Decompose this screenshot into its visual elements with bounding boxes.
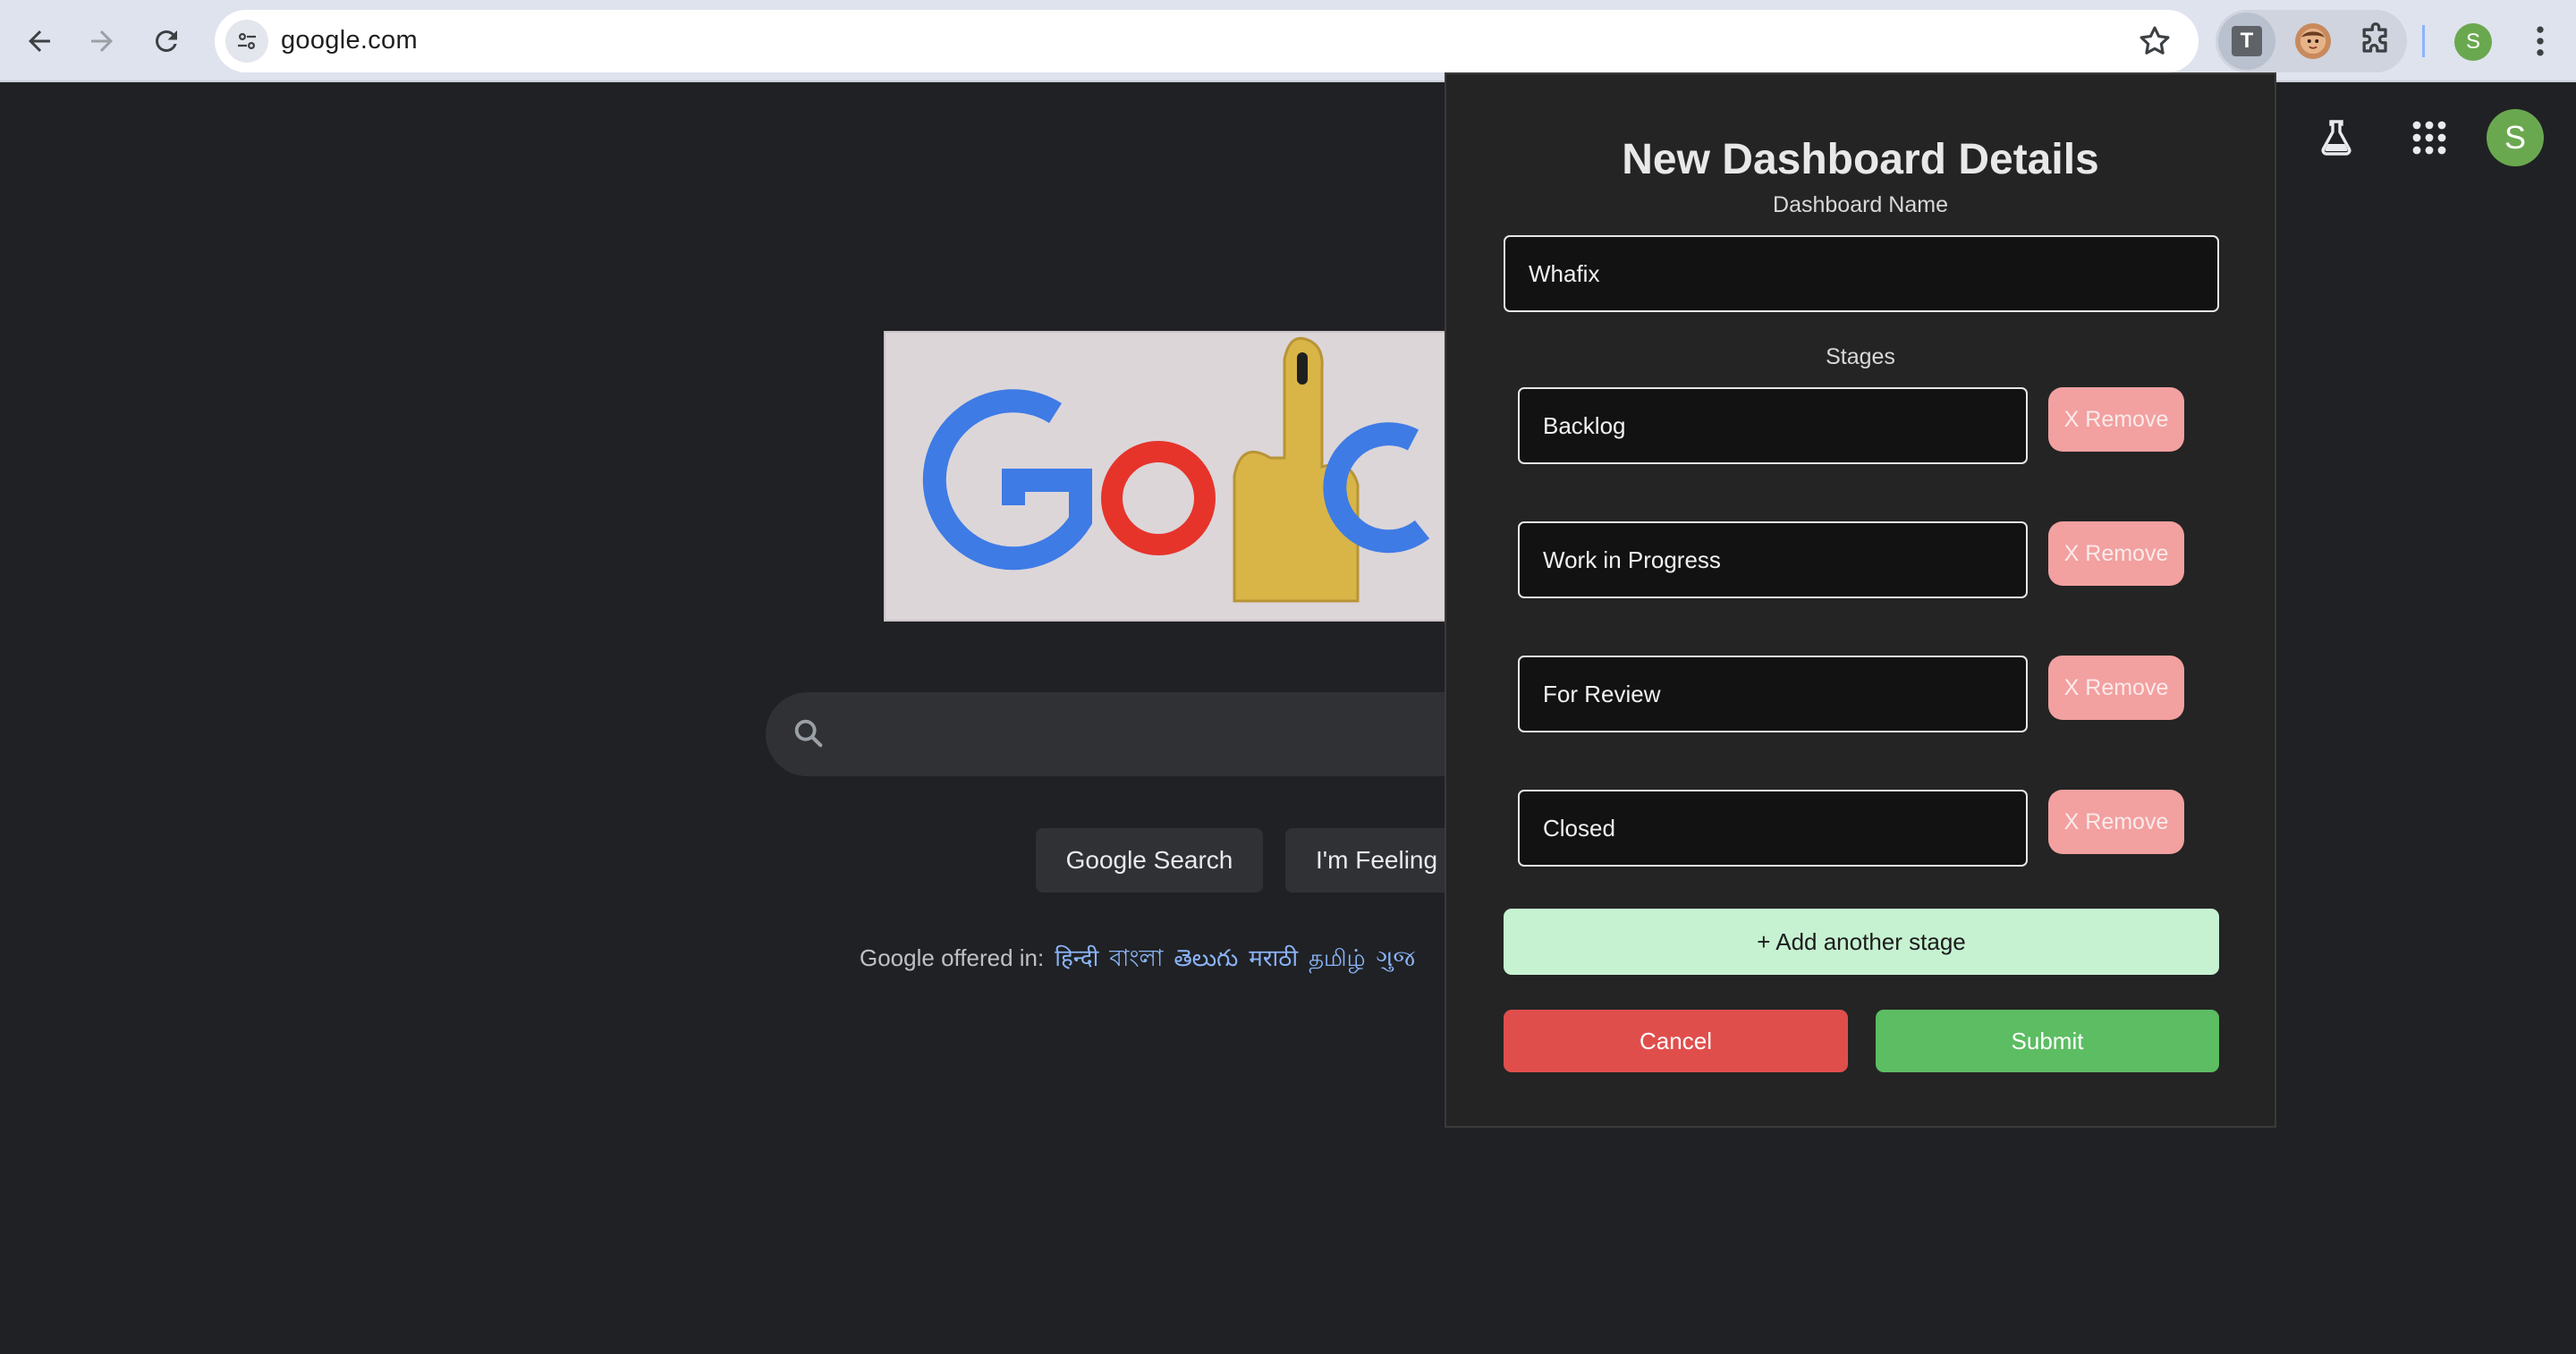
submit-button[interactable]: Submit bbox=[1876, 1010, 2219, 1072]
extension-t-icon: T bbox=[2232, 26, 2262, 56]
address-bar[interactable]: google.com bbox=[215, 10, 2199, 72]
remove-stage-button[interactable]: X Remove bbox=[2048, 656, 2184, 720]
site-info-button[interactable] bbox=[225, 20, 268, 63]
doodle-image bbox=[886, 333, 1454, 620]
extension-t-button[interactable]: T bbox=[2218, 13, 2275, 70]
stage-input-backlog[interactable]: Backlog bbox=[1518, 387, 2028, 464]
face-icon bbox=[2300, 28, 2326, 55]
arrow-right-icon bbox=[91, 30, 113, 52]
popup-title: New Dashboard Details bbox=[1622, 136, 2099, 183]
grid-icon[interactable] bbox=[2408, 116, 2451, 159]
remove-stage-button[interactable]: X Remove bbox=[2048, 790, 2184, 854]
stage-input-work-in-progress[interactable]: Work in Progress bbox=[1518, 521, 2028, 598]
search-icon bbox=[794, 719, 823, 748]
remove-stage-button[interactable]: X Remove bbox=[2048, 521, 2184, 586]
star-icon[interactable] bbox=[2136, 22, 2174, 60]
extension-face-icon[interactable] bbox=[2295, 23, 2331, 59]
stage-input-for-review[interactable]: For Review bbox=[1518, 656, 2028, 732]
forward-button[interactable] bbox=[77, 16, 127, 66]
language-link-telugu[interactable]: తెలుగు bbox=[1174, 944, 1238, 971]
url-text[interactable]: google.com bbox=[281, 26, 418, 55]
stages-label: Stages bbox=[1826, 344, 1895, 369]
language-link-bengali[interactable]: বাংলা bbox=[1109, 944, 1163, 971]
toolbar-divider bbox=[2422, 25, 2425, 57]
profile-avatar[interactable]: S bbox=[2454, 23, 2492, 61]
dashboard-name-input[interactable]: Whafix bbox=[1504, 235, 2219, 312]
language-link-tamil[interactable]: தமிழ் bbox=[1309, 944, 1365, 971]
reload-button[interactable] bbox=[141, 16, 191, 66]
google-account-avatar[interactable]: S bbox=[2487, 109, 2544, 166]
puzzle-icon[interactable] bbox=[2356, 21, 2395, 61]
stage-input-closed[interactable]: Closed bbox=[1518, 790, 2028, 867]
add-stage-button[interactable]: + Add another stage bbox=[1504, 909, 2219, 975]
language-link-marathi[interactable]: मराठी bbox=[1249, 944, 1298, 971]
new-dashboard-popup: New Dashboard Details Dashboard Name Wha… bbox=[1445, 72, 2276, 1128]
remove-stage-button[interactable]: X Remove bbox=[2048, 387, 2184, 452]
language-link-hindi[interactable]: हिन्दी bbox=[1055, 944, 1098, 971]
offered-in-label: Google offered in: bbox=[860, 944, 1045, 971]
arrow-left-icon bbox=[29, 30, 50, 52]
offered-in-bar: Google offered in: हिन्दी বাংলা తెలుగు मराठी… bbox=[860, 940, 1415, 979]
feeling-lucky-button[interactable]: I'm Feeling bbox=[1285, 828, 1464, 893]
cancel-button[interactable]: Cancel bbox=[1504, 1010, 1848, 1072]
dashboard-name-label: Dashboard Name bbox=[1773, 192, 1948, 217]
browser-toolbar: google.com T S bbox=[0, 0, 2576, 82]
google-search-button[interactable]: Google Search bbox=[1036, 828, 1263, 893]
language-link-gujarati[interactable]: ગુજ bbox=[1377, 944, 1416, 971]
google-doodle[interactable] bbox=[884, 331, 1456, 622]
tune-icon bbox=[238, 32, 256, 49]
flask-icon[interactable] bbox=[2315, 116, 2358, 159]
reload-icon bbox=[156, 30, 177, 52]
kebab-icon[interactable] bbox=[2521, 21, 2560, 61]
back-button[interactable] bbox=[14, 16, 64, 66]
